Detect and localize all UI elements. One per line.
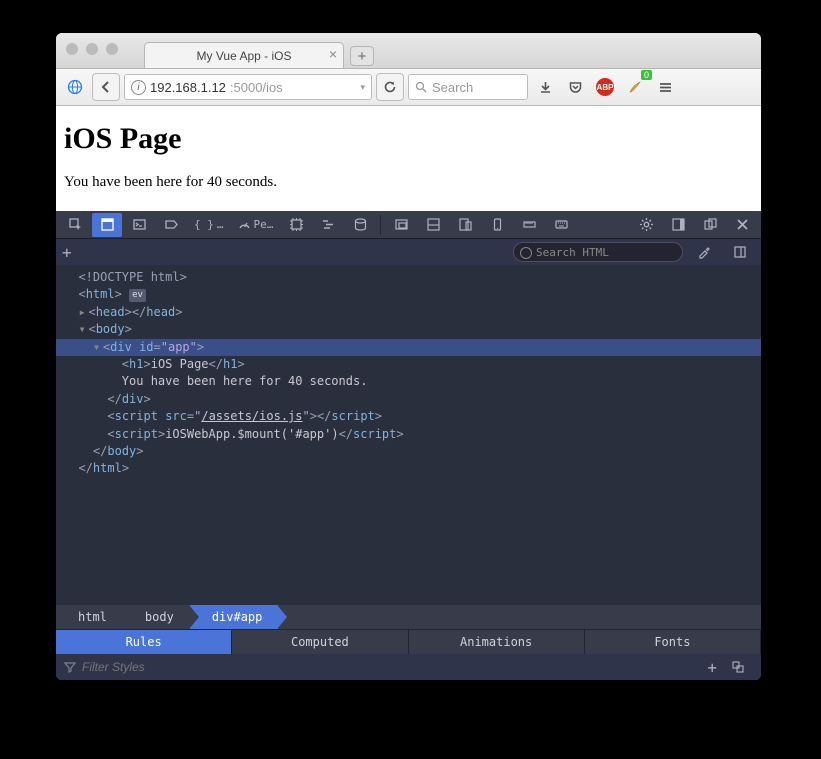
url-path: :5000/ios (230, 80, 283, 95)
split-console-icon[interactable] (418, 213, 448, 237)
dom-html-open[interactable]: <html> ev (56, 286, 761, 303)
page-paragraph: You have been here for 40 seconds. (64, 174, 753, 191)
abp-icon: ABP (596, 78, 614, 96)
titlebar: My Vue App - iOS × + (56, 33, 761, 69)
inspector-subtoolbar: + Search HTML (56, 239, 761, 265)
new-tab-button[interactable]: + (350, 46, 374, 66)
traffic-lights (66, 43, 118, 55)
tab-rules[interactable]: Rules (56, 630, 232, 654)
dom-body-close[interactable]: </body> (56, 443, 761, 460)
dom-tree[interactable]: <!DOCTYPE html> <html> ev ▸<head></head>… (56, 265, 761, 605)
page-content: iOS Page You have been here for 40 secon… (56, 106, 761, 211)
separator (380, 215, 381, 235)
dom-body-open[interactable]: ▾<body> (56, 321, 761, 338)
dom-div-close[interactable]: </div> (56, 391, 761, 408)
tab-strip: My Vue App - iOS × + (144, 33, 374, 68)
dom-text-node[interactable]: You have been here for 40 seconds. (56, 373, 761, 390)
pick-element-icon[interactable] (60, 213, 90, 237)
nav-toolbar: i 192.168.1.12 :5000/ios ▾ Search ABP 0 (56, 69, 761, 106)
page-heading: iOS Page (64, 122, 753, 156)
console-panel-icon[interactable] (124, 213, 154, 237)
identity-globe-icon[interactable] (62, 74, 88, 100)
network-panel-icon[interactable] (313, 213, 343, 237)
crumb-html[interactable]: html (56, 605, 123, 629)
tab-animations[interactable]: Animations (409, 630, 585, 654)
style-editor-panel-icon[interactable]: { }… (188, 213, 230, 237)
devtools-settings-icon[interactable] (631, 213, 661, 237)
devtools-toolbar: { }… Pe… (56, 211, 761, 239)
filter-styles-bar: + (56, 654, 761, 680)
pocket-button[interactable] (562, 74, 588, 100)
iframe-picker-icon[interactable] (386, 213, 416, 237)
eyedropper-icon[interactable] (689, 240, 719, 264)
search-icon (415, 81, 427, 93)
dom-script1[interactable]: <script src="/assets/ios.js"></script> (56, 408, 761, 425)
back-button[interactable] (92, 73, 120, 101)
tab-computed[interactable]: Computed (232, 630, 408, 654)
dock-separate-icon[interactable] (695, 213, 725, 237)
performance-panel-icon[interactable]: Pe… (232, 213, 280, 237)
dom-div-app[interactable]: ▾<div id="app"> (56, 339, 761, 356)
memory-panel-icon[interactable] (281, 213, 311, 237)
filter-styles-input[interactable] (82, 660, 701, 674)
close-devtools-button[interactable] (727, 213, 757, 237)
add-node-button[interactable]: + (62, 243, 72, 262)
browser-window: My Vue App - iOS × + i 192.168.1.12 :5000… (56, 33, 761, 680)
toggle-pseudo-icon[interactable] (723, 655, 753, 679)
dom-head[interactable]: ▸<head></head> (56, 304, 761, 321)
tab-title: My Vue App - iOS (197, 49, 292, 63)
search-placeholder: Search (432, 80, 473, 95)
ruler-icon[interactable] (514, 213, 544, 237)
device-icon[interactable] (482, 213, 512, 237)
url-dropdown-icon[interactable]: ▾ (360, 82, 365, 93)
hamburger-menu-button[interactable] (652, 74, 678, 100)
debugger-panel-icon[interactable] (156, 213, 186, 237)
add-rule-button[interactable]: + (707, 658, 717, 677)
close-tab-button[interactable]: × (329, 47, 337, 61)
crumb-body[interactable]: body (123, 605, 190, 629)
greasemonkey-button[interactable]: 0 (622, 74, 648, 100)
tab-fonts[interactable]: Fonts (585, 630, 761, 654)
breadcrumb: html body div#app (56, 605, 761, 629)
filter-icon (64, 661, 76, 673)
gm-badge: 0 (641, 70, 652, 80)
dom-h1[interactable]: <h1>iOS Page</h1> (56, 356, 761, 373)
dom-html-close[interactable]: </html> (56, 460, 761, 477)
zoom-window-button[interactable] (106, 43, 118, 55)
dom-script2[interactable]: <script>iOSWebApp.$mount('#app')</script… (56, 426, 761, 443)
minimize-window-button[interactable] (86, 43, 98, 55)
url-host: 192.168.1.12 (150, 80, 226, 95)
dom-doctype[interactable]: <!DOCTYPE html> (56, 269, 761, 286)
dock-side-icon[interactable] (663, 213, 693, 237)
adblock-button[interactable]: ABP (592, 74, 618, 100)
search-html-input[interactable]: Search HTML (513, 242, 683, 262)
devtools: { }… Pe… + Search HTML (56, 211, 761, 680)
crumb-div-app[interactable]: div#app (190, 605, 279, 629)
inspector-panel-icon[interactable] (92, 213, 122, 237)
rules-tabs: Rules Computed Animations Fonts (56, 629, 761, 654)
toggle-panes-icon[interactable] (725, 240, 755, 264)
downloads-button[interactable] (532, 74, 558, 100)
responsive-design-icon[interactable] (450, 213, 480, 237)
storage-panel-icon[interactable] (345, 213, 375, 237)
url-bar[interactable]: i 192.168.1.12 :5000/ios ▾ (124, 74, 372, 100)
search-bar[interactable]: Search (408, 74, 528, 100)
keyboard-icon[interactable] (546, 213, 576, 237)
browser-tab[interactable]: My Vue App - iOS × (144, 42, 344, 68)
close-window-button[interactable] (66, 43, 78, 55)
site-info-icon[interactable]: i (131, 80, 146, 95)
reload-button[interactable] (376, 73, 404, 101)
